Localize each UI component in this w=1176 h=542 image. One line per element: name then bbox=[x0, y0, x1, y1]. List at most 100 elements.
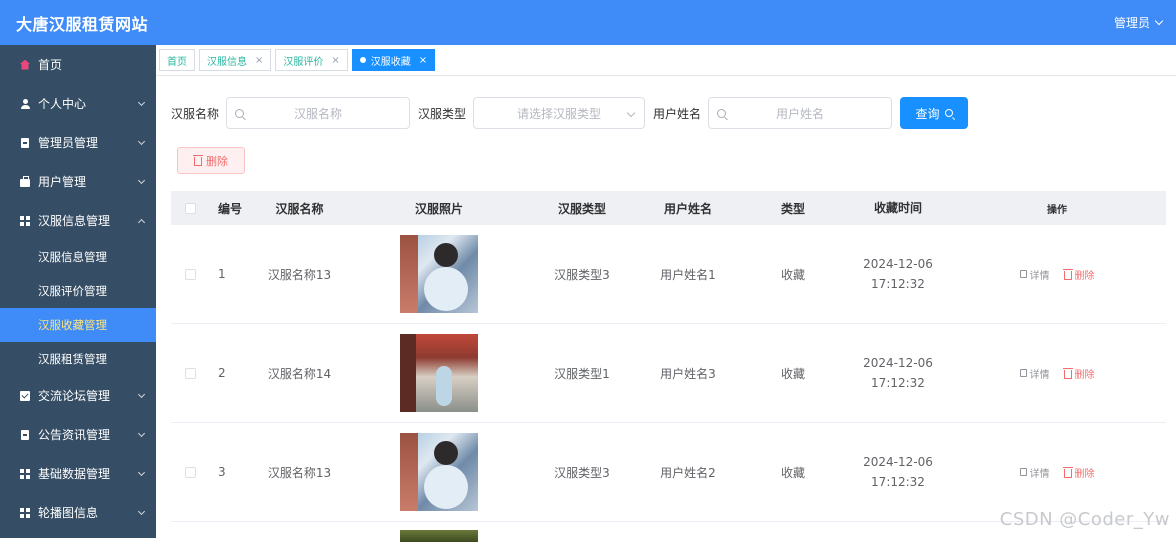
detail-button[interactable]: 详情 bbox=[1020, 366, 1050, 381]
clipboard-icon bbox=[20, 138, 30, 148]
cell-no: 1 bbox=[209, 267, 247, 281]
trash-icon bbox=[194, 157, 202, 166]
table-row: 3 汉服名称13 汉服类型3 用户姓名2 收藏 2024-12-06 17:12… bbox=[171, 423, 1166, 522]
person-icon bbox=[20, 99, 30, 109]
chevron-down-icon bbox=[1155, 17, 1163, 25]
cell-name: 汉服名称13 bbox=[247, 266, 352, 283]
sidebar-subitem-hanfu-rental[interactable]: 汉服租赁管理 bbox=[0, 342, 156, 376]
query-button[interactable]: 查询 bbox=[900, 97, 968, 129]
row-checkbox[interactable] bbox=[185, 467, 196, 478]
grid-icon bbox=[20, 508, 30, 518]
header-kind: 类型 bbox=[738, 200, 848, 217]
cell-type: 汉服类型1 bbox=[526, 365, 638, 382]
cell-time: 2024-12-06 17:12:32 bbox=[848, 353, 948, 393]
user-name: 管理员 bbox=[1114, 14, 1150, 31]
sidebar-item-user-management[interactable]: 用户管理 bbox=[0, 162, 156, 201]
row-checkbox[interactable] bbox=[185, 269, 196, 280]
header-photo: 汉服照片 bbox=[352, 200, 526, 217]
tab-bar: 首页 汉服信息 × 汉服评价 × 汉服收藏 × bbox=[156, 45, 1176, 76]
table-row: 1 汉服名称13 汉服类型3 用户姓名1 收藏 2024-12-06 17:12… bbox=[171, 225, 1166, 324]
sidebar-item-basic-data[interactable]: 基础数据管理 bbox=[0, 454, 156, 493]
table-row: 2 汉服名称14 汉服类型1 用户姓名3 收藏 2024-12-06 17:12… bbox=[171, 324, 1166, 423]
clipboard-icon bbox=[20, 430, 30, 440]
sidebar-item-home[interactable]: 首页 bbox=[0, 45, 156, 84]
sidebar-item-news-management[interactable]: 公告资讯管理 bbox=[0, 415, 156, 454]
sidebar-item-carousel[interactable]: 轮播图信息 bbox=[0, 493, 156, 532]
document-icon bbox=[1020, 369, 1027, 377]
delete-button[interactable]: 删除 bbox=[1064, 366, 1095, 381]
delete-button[interactable]: 删除 bbox=[1064, 465, 1095, 480]
site-title: 大唐汉服租赁网站 bbox=[16, 11, 148, 35]
chevron-down-icon bbox=[138, 99, 145, 106]
tab-home[interactable]: 首页 bbox=[159, 49, 195, 71]
close-icon[interactable]: × bbox=[255, 55, 263, 66]
close-icon[interactable]: × bbox=[419, 55, 427, 66]
check-icon bbox=[20, 391, 30, 401]
document-icon bbox=[1020, 270, 1027, 278]
header-user: 用户姓名 bbox=[638, 200, 738, 217]
cell-no: 3 bbox=[209, 465, 247, 479]
bag-icon bbox=[20, 177, 30, 187]
table-header: 编号 汉服名称 汉服照片 汉服类型 用户姓名 类型 收藏时间 操作 bbox=[171, 191, 1166, 225]
trash-icon bbox=[1064, 469, 1072, 478]
chevron-down-icon bbox=[138, 469, 145, 476]
cell-no: 2 bbox=[209, 366, 247, 380]
sidebar-subitem-hanfu-favorites[interactable]: 汉服收藏管理 bbox=[0, 308, 156, 342]
chevron-down-icon bbox=[138, 430, 145, 437]
document-icon bbox=[1020, 468, 1027, 476]
header-time: 收藏时间 bbox=[848, 198, 948, 218]
favorites-table: 编号 汉服名称 汉服照片 汉服类型 用户姓名 类型 收藏时间 操作 1 汉服名称… bbox=[171, 191, 1166, 542]
cell-time: 2024-12-06 17:12:32 bbox=[848, 452, 948, 492]
close-icon[interactable]: × bbox=[331, 55, 339, 66]
cell-type: 汉服类型3 bbox=[526, 266, 638, 283]
header-no: 编号 bbox=[209, 200, 247, 217]
user-menu[interactable]: 管理员 bbox=[1114, 14, 1162, 31]
select-all-checkbox[interactable] bbox=[185, 203, 196, 214]
user-name-input[interactable]: 用户姓名 bbox=[708, 97, 892, 129]
hanfu-photo bbox=[400, 235, 478, 313]
header-name: 汉服名称 bbox=[247, 200, 352, 217]
row-checkbox[interactable] bbox=[185, 368, 196, 379]
hanfu-name-input[interactable]: 汉服名称 bbox=[226, 97, 410, 129]
cell-kind: 收藏 bbox=[738, 464, 848, 481]
cell-name: 汉服名称13 bbox=[247, 464, 352, 481]
batch-delete-button[interactable]: 删除 bbox=[177, 147, 245, 174]
cell-type: 汉服类型3 bbox=[526, 464, 638, 481]
cell-kind: 收藏 bbox=[738, 365, 848, 382]
cell-kind: 收藏 bbox=[738, 266, 848, 283]
detail-button[interactable]: 详情 bbox=[1020, 465, 1050, 480]
sidebar-item-hanfu-info-management[interactable]: 汉服信息管理 bbox=[0, 201, 156, 240]
tab-hanfu-info[interactable]: 汉服信息 × bbox=[199, 49, 271, 71]
hanfu-photo bbox=[400, 334, 478, 412]
hanfu-type-select[interactable]: 请选择汉服类型 bbox=[473, 97, 645, 129]
cell-user: 用户姓名2 bbox=[638, 464, 738, 481]
tab-hanfu-review[interactable]: 汉服评价 × bbox=[275, 49, 347, 71]
tab-hanfu-favorites[interactable]: 汉服收藏 × bbox=[352, 49, 435, 71]
sidebar-item-admin-management[interactable]: 管理员管理 bbox=[0, 123, 156, 162]
chevron-down-icon bbox=[138, 177, 145, 184]
cell-name: 汉服名称14 bbox=[247, 365, 352, 382]
user-name-label: 用户姓名 bbox=[653, 105, 701, 122]
search-form: 汉服名称 汉服名称 汉服类型 请选择汉服类型 用户姓名 用户姓名 查询 bbox=[171, 97, 968, 129]
cell-user: 用户姓名3 bbox=[638, 365, 738, 382]
sidebar-subitem-hanfu-review[interactable]: 汉服评价管理 bbox=[0, 274, 156, 308]
trash-icon bbox=[1064, 271, 1072, 280]
active-dot-icon bbox=[360, 57, 366, 63]
delete-button[interactable]: 删除 bbox=[1064, 267, 1095, 282]
grid-icon bbox=[20, 216, 30, 226]
home-icon bbox=[20, 60, 30, 70]
detail-button[interactable]: 详情 bbox=[1020, 267, 1050, 282]
header-actions: 操作 bbox=[948, 201, 1166, 216]
sidebar: 首页 个人中心 管理员管理 用户管理 汉服信息管理 汉服信息管理 汉服评价管理 … bbox=[0, 45, 156, 538]
hanfu-name-label: 汉服名称 bbox=[171, 105, 219, 122]
chevron-up-icon bbox=[138, 219, 145, 226]
watermark: CSDN @Coder_Yw bbox=[1000, 509, 1170, 530]
sidebar-item-personal-center[interactable]: 个人中心 bbox=[0, 84, 156, 123]
sidebar-item-forum-management[interactable]: 交流论坛管理 bbox=[0, 376, 156, 415]
cell-user: 用户姓名1 bbox=[638, 266, 738, 283]
top-header: 大唐汉服租赁网站 管理员 bbox=[0, 0, 1176, 45]
grid-icon bbox=[20, 469, 30, 479]
hanfu-photo bbox=[400, 433, 478, 511]
sidebar-subitem-hanfu-info[interactable]: 汉服信息管理 bbox=[0, 240, 156, 274]
chevron-down-icon bbox=[138, 508, 145, 515]
